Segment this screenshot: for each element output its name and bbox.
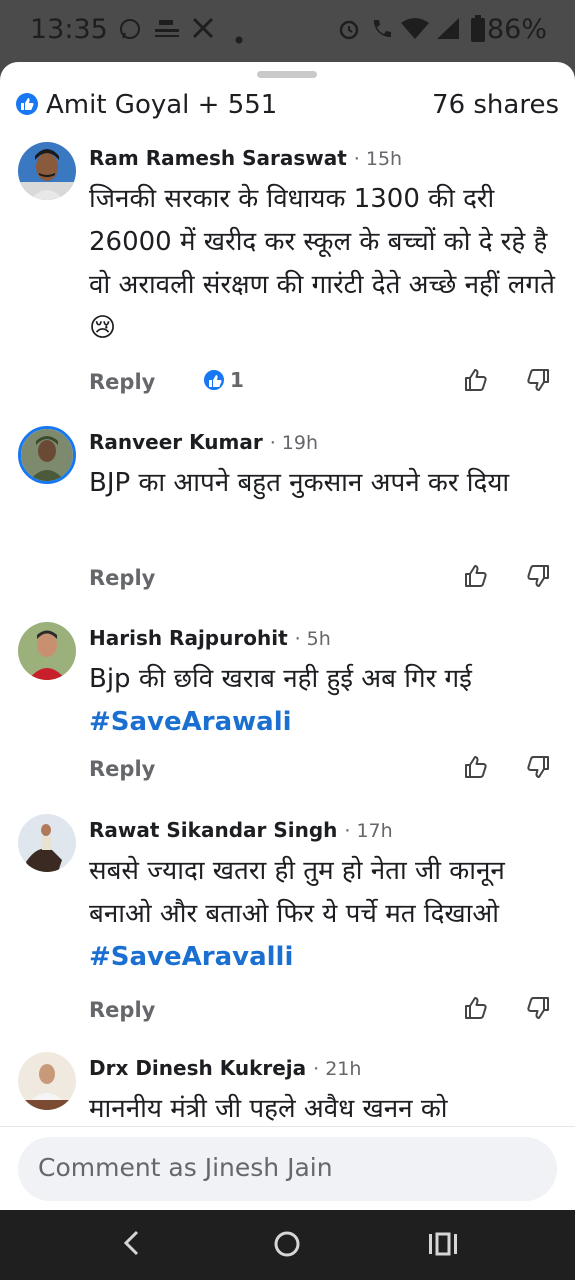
shares-count[interactable]: 76 shares	[432, 90, 559, 120]
reactions-text: Amit Goyal + 551	[46, 90, 278, 120]
like-reaction-icon	[202, 368, 226, 392]
dislike-icon[interactable]	[526, 368, 550, 396]
reply-button[interactable]: Reply	[89, 998, 155, 1022]
comment-text: जिनकी सरकार के विधायक 1300 की दरी 26000 …	[89, 184, 555, 343]
like-icon[interactable]	[464, 368, 488, 396]
reply-button[interactable]: Reply	[89, 370, 155, 394]
x-icon	[192, 17, 214, 45]
dislike-icon[interactable]	[526, 564, 550, 592]
avatar[interactable]	[18, 426, 76, 484]
like-icon[interactable]	[464, 996, 488, 1024]
reply-button[interactable]: Reply	[89, 757, 155, 781]
comment-author[interactable]: Ram Ramesh Saraswat · 15h	[89, 146, 402, 170]
comment-author[interactable]: Drx Dinesh Kukreja · 21h	[89, 1056, 361, 1080]
comment-author[interactable]: Rawat Sikandar Singh · 17h	[89, 818, 393, 842]
hashtag-link[interactable]: #SaveAravalli	[89, 942, 293, 972]
reply-button[interactable]: Reply	[89, 566, 155, 590]
comment-text: Bjp की छवि खराब नही हुई अब गिर गई #SaveA…	[89, 658, 559, 744]
comment-author[interactable]: Harish Rajpurohit · 5h	[89, 626, 331, 650]
recents-icon[interactable]	[428, 1232, 458, 1260]
comment-author[interactable]: Ranveer Kumar · 19h	[89, 430, 318, 454]
comment-placeholder: Comment as Jinesh Jain	[38, 1153, 333, 1182]
wifi-call-icon	[370, 17, 396, 47]
comment-text: BJP का आपने बहुत नुकसान अपने कर दिया	[89, 468, 510, 498]
avatar[interactable]	[18, 1052, 76, 1110]
drag-handle[interactable]	[257, 71, 317, 78]
news-icon	[153, 17, 181, 47]
dislike-icon[interactable]	[526, 996, 550, 1024]
home-icon[interactable]	[273, 1230, 301, 1262]
dislike-icon[interactable]	[526, 755, 550, 783]
reactions-summary[interactable]: Amit Goyal + 551 76 shares	[16, 90, 559, 122]
whatsapp-icon	[118, 17, 142, 47]
system-nav-bar	[0, 1210, 575, 1280]
status-bar: 13:35 86%	[0, 0, 575, 62]
wifi-icon	[400, 17, 430, 47]
avatar[interactable]	[18, 622, 76, 680]
like-icon[interactable]	[464, 755, 488, 783]
comment-input[interactable]: Comment as Jinesh Jain	[18, 1137, 557, 1201]
comment-text: सबसे ज्यादा खतरा ही तुम हो नेता जी कानून…	[89, 856, 505, 972]
alarm-icon	[337, 17, 361, 47]
comment-text: माननीय मंत्री जी पहले अवैध खनन को	[89, 1094, 448, 1124]
like-icon[interactable]	[464, 564, 488, 592]
dot-icon	[235, 25, 243, 50]
avatar[interactable]	[18, 814, 76, 872]
comments-sheet: Amit Goyal + 551 76 shares Ram Ramesh Sa…	[0, 62, 575, 1210]
battery-percent: 86%	[486, 14, 547, 45]
like-reaction-icon	[16, 93, 38, 115]
comment-composer: Comment as Jinesh Jain	[0, 1126, 575, 1210]
avatar[interactable]	[18, 142, 76, 200]
back-icon[interactable]	[120, 1228, 142, 1262]
hashtag-link[interactable]: #SaveArawali	[89, 701, 559, 744]
status-time: 13:35	[30, 14, 108, 45]
battery-icon	[470, 15, 486, 49]
signal-icon	[435, 17, 461, 47]
